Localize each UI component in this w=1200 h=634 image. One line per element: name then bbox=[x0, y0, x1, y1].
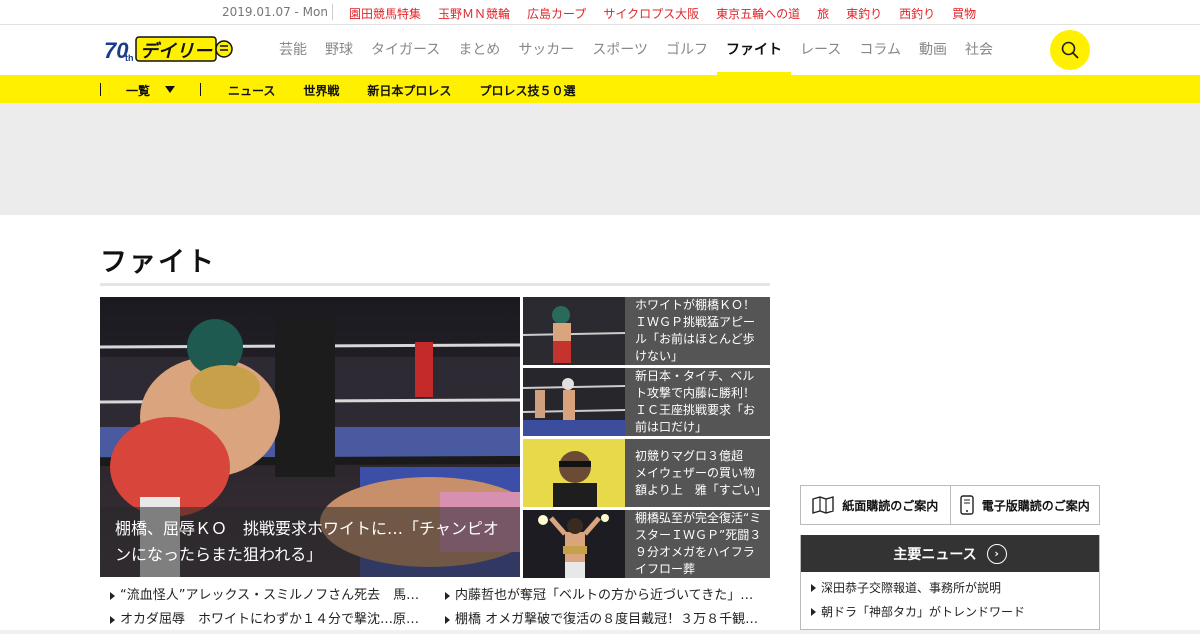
nav-item-video[interactable]: 動画 bbox=[910, 25, 956, 75]
nav-item-matome[interactable]: まとめ bbox=[449, 25, 509, 75]
featured-article[interactable]: 棚橋、屈辱ＫＯ 挑戦要求ホワイトに…「チャンピオンになったらまた狙われる」 bbox=[100, 297, 520, 577]
subnav-links: ニュース 世界戦 新日本プロレス プロレス技５０選 bbox=[228, 82, 603, 99]
side-news-item[interactable]: 新日本・タイチ、ベルト攻撃で内藤に勝利！ＩＣ王座挑戦要求「お前は口だけ」 bbox=[523, 368, 770, 436]
news-thumbnail bbox=[523, 510, 625, 578]
divider bbox=[332, 4, 333, 20]
paper-subscription-button[interactable]: 紙面購読のご案内 bbox=[801, 486, 951, 524]
news-thumbnail bbox=[523, 297, 625, 365]
top-links: 園田競馬特集 玉野ＭＮ競輪 広島カープ サイクロプス大阪 東京五輪への道 旅 東… bbox=[349, 5, 976, 22]
featured-caption: 棚橋、屈辱ＫＯ 挑戦要求ホワイトに…「チャンピオンになったらまた狙われる」 bbox=[100, 507, 520, 577]
top-link[interactable]: 東釣り bbox=[846, 5, 882, 22]
subnav-link-moves[interactable]: プロレス技５０選 bbox=[479, 82, 575, 99]
subnav-link-news[interactable]: ニュース bbox=[228, 82, 275, 99]
nav-item-society[interactable]: 社会 bbox=[956, 25, 1002, 75]
search-button[interactable] bbox=[1050, 30, 1090, 70]
newspaper-icon bbox=[812, 496, 834, 514]
nav-item-race[interactable]: レース bbox=[791, 25, 850, 75]
nav-item-soccer[interactable]: サッカー bbox=[509, 25, 583, 75]
top-link[interactable]: 買物 bbox=[952, 5, 976, 22]
title-divider bbox=[100, 283, 770, 286]
page-title: ファイト bbox=[100, 247, 216, 278]
subnav-link-world[interactable]: 世界戦 bbox=[303, 82, 339, 99]
subscription-links: 紙面購読のご案内 電子版購読のご案内 bbox=[800, 485, 1100, 525]
headline-link[interactable]: 内藤哲也が奪冠「ベルトの方から近づいてきた」… bbox=[445, 586, 765, 610]
main-nav: 芸能 野球 タイガース まとめ サッカー スポーツ ゴルフ ファイト レース コ… bbox=[270, 25, 1002, 75]
current-date: 2019.01.07 - Mon bbox=[222, 5, 328, 19]
side-news-item[interactable]: 初競りマグロ３億超 メイウェザーの買い物額より上 雅「すごい」 bbox=[523, 439, 770, 507]
headline-link[interactable]: オカダ屈辱 ホワイトにわずか１４分で撃沈…原… bbox=[110, 610, 422, 634]
major-news-panel: 主要ニュース › 深田恭子交際報道、事務所が説明 朝ドラ「神部タカ」がトレンドワ… bbox=[800, 535, 1100, 630]
headline-list-left: “流血怪人”アレックス・スミルノフさん死去 馬… オカダ屈辱 ホワイトにわずか１… bbox=[110, 586, 422, 634]
digital-subscription-label: 電子版購読のご案内 bbox=[981, 498, 1090, 513]
top-link[interactable]: 西釣り bbox=[899, 5, 935, 22]
major-news-header[interactable]: 主要ニュース › bbox=[801, 535, 1099, 572]
nav-item-yakyu[interactable]: 野球 bbox=[316, 25, 362, 75]
headline-link[interactable]: “流血怪人”アレックス・スミルノフさん死去 馬… bbox=[110, 586, 422, 610]
nav-item-golf[interactable]: ゴルフ bbox=[657, 25, 717, 75]
nav-item-sports[interactable]: スポーツ bbox=[583, 25, 657, 75]
site-header: 70 th デイリー 芸能 野球 タイガース まとめ サッカー スポーツ ゴルフ… bbox=[0, 25, 1200, 75]
major-news-link[interactable]: 朝ドラ「神部タカ」がトレンドワード bbox=[811, 601, 1089, 625]
news-thumbnail bbox=[523, 439, 625, 507]
site-logo[interactable]: 70 th デイリー bbox=[104, 34, 234, 64]
top-link[interactable]: 旅 bbox=[817, 5, 829, 22]
smartphone-icon bbox=[960, 495, 974, 515]
divider bbox=[100, 83, 101, 96]
major-news-list: 深田恭子交際報道、事務所が説明 朝ドラ「神部タカ」がトレンドワード bbox=[801, 572, 1099, 625]
nav-item-column[interactable]: コラム bbox=[850, 25, 910, 75]
subnav-link-njpw[interactable]: 新日本プロレス bbox=[367, 82, 451, 99]
news-thumbnail bbox=[523, 368, 625, 436]
ad-banner-area bbox=[0, 103, 1200, 215]
top-utility-bar: 2019.01.07 - Mon 園田競馬特集 玉野ＭＮ競輪 広島カープ サイク… bbox=[0, 0, 1200, 25]
top-link[interactable]: 園田競馬特集 bbox=[349, 5, 421, 22]
caret-down-icon[interactable] bbox=[165, 86, 175, 93]
side-news-text: ホワイトが棚橋ＫＯ！ＩＷＧＰ挑戦猛アピール「お前はほとんど歩けない」 bbox=[635, 298, 756, 363]
nav-item-geino[interactable]: 芸能 bbox=[270, 25, 316, 75]
top-link[interactable]: 東京五輪への道 bbox=[716, 5, 800, 22]
chevron-right-icon[interactable]: › bbox=[986, 543, 1007, 564]
side-news-text: 初競りマグロ３億超 メイウェザーの買い物額より上 雅「すごい」 bbox=[635, 448, 767, 497]
category-subnav: 一覧 ニュース 世界戦 新日本プロレス プロレス技５０選 bbox=[0, 75, 1200, 103]
side-news-item[interactable]: 棚橋弘至が完全復活“ミスターＩＷＧＰ”死闘３９分オメガをハイフライフロー葬 bbox=[523, 510, 770, 578]
search-icon bbox=[1061, 41, 1079, 59]
top-link[interactable]: サイクロプス大阪 bbox=[603, 5, 699, 22]
major-news-link[interactable]: 深田恭子交際報道、事務所が説明 bbox=[811, 577, 1089, 601]
major-news-title: 主要ニュース bbox=[893, 546, 977, 563]
nav-item-fight[interactable]: ファイト bbox=[717, 25, 792, 75]
side-news-text: 棚橋弘至が完全復活“ミスターＩＷＧＰ”死闘３９分オメガをハイフライフロー葬 bbox=[635, 511, 762, 576]
list-dropdown[interactable]: 一覧 bbox=[126, 82, 150, 99]
headline-link[interactable]: 棚橋 オメガ撃破で復活の８度目戴冠！３万８千観… bbox=[445, 610, 765, 634]
side-news-item[interactable]: ホワイトが棚橋ＫＯ！ＩＷＧＰ挑戦猛アピール「お前はほとんど歩けない」 bbox=[523, 297, 770, 365]
headline-list-right: 内藤哲也が奪冠「ベルトの方から近づいてきた」… 棚橋 オメガ撃破で復活の８度目戴… bbox=[445, 586, 765, 634]
nav-item-tigers[interactable]: タイガース bbox=[362, 25, 449, 75]
top-link[interactable]: 広島カープ bbox=[527, 5, 586, 22]
digital-subscription-button[interactable]: 電子版購読のご案内 bbox=[951, 486, 1100, 524]
top-link[interactable]: 玉野ＭＮ競輪 bbox=[438, 5, 510, 22]
side-news-text: 新日本・タイチ、ベルト攻撃で内藤に勝利！ＩＣ王座挑戦要求「お前は口だけ」 bbox=[635, 369, 756, 434]
svg-text:th: th bbox=[125, 53, 134, 63]
divider bbox=[200, 83, 201, 96]
logo-wordmark: デイリー bbox=[140, 41, 213, 62]
paper-subscription-label: 紙面購読のご案内 bbox=[842, 498, 939, 513]
